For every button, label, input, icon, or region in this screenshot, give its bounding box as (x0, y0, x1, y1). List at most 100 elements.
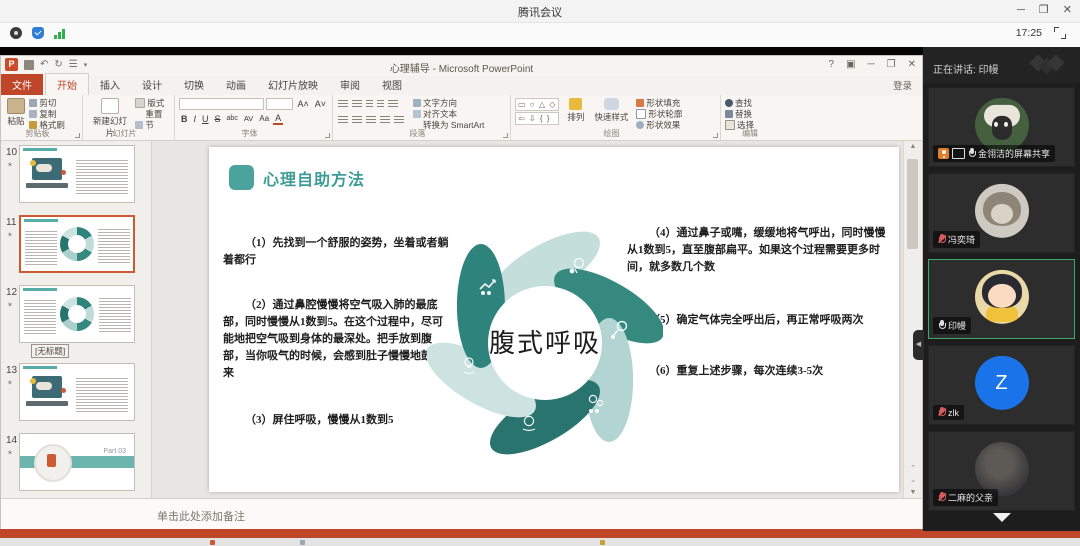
quick-styles-button[interactable]: 快速样式 (594, 98, 628, 123)
ppt-restore-icon[interactable]: ❐ (887, 59, 896, 70)
tab-insert[interactable]: 插入 (89, 74, 131, 95)
shapes-gallery-row2[interactable]: ⇦ ⇩ { } (515, 112, 559, 125)
slide[interactable]: 心理自助方法 （1）先找到一个舒服的姿势，坐着或者躺着都行 （2）通过鼻腔慢慢将… (209, 147, 899, 492)
slide-thumbnail[interactable] (19, 285, 135, 343)
slide-thumbnail[interactable] (19, 145, 135, 203)
close-icon[interactable]: ✕ (1063, 3, 1072, 17)
scroll-up-icon[interactable]: ▲ (904, 143, 922, 150)
shape-fill-button[interactable]: 形状填充 (636, 98, 682, 108)
paragraph-dialog-launcher[interactable] (503, 133, 508, 138)
change-case-button[interactable]: Aa (257, 114, 271, 123)
next-slide-icon[interactable]: ⌄ (904, 476, 922, 484)
paste-button[interactable]: 粘贴 (7, 98, 25, 127)
minimize-icon[interactable]: ─ (1017, 3, 1025, 17)
strikethrough-button[interactable]: S (213, 114, 223, 124)
clipboard-dialog-launcher[interactable] (75, 133, 80, 138)
ppt-close-icon[interactable]: ✕ (908, 59, 916, 70)
maximize-icon[interactable]: ❐ (1039, 3, 1049, 17)
font-name-combobox[interactable] (179, 98, 264, 110)
align-center-icon[interactable] (352, 116, 362, 124)
tab-home[interactable]: 开始 (45, 73, 89, 95)
columns-icon[interactable] (394, 116, 404, 124)
help-icon[interactable]: ? (829, 59, 835, 70)
tab-design[interactable]: 设计 (131, 74, 173, 95)
shrink-font-icon[interactable]: A˅ (313, 99, 328, 109)
slide-text-right: （4）通过鼻子或嘴，缓缓地将气呼出，同时慢慢从1数到5，直至腹部扁平。如果这个过… (627, 225, 889, 394)
step-6: （6）重复上述步骤，每次连续3-5次 (627, 363, 889, 380)
line-spacing-icon[interactable] (388, 100, 398, 108)
scrollbar-thumb[interactable] (907, 159, 918, 249)
participant-tile-speaking[interactable]: 印幔 (928, 259, 1075, 339)
scroll-more-participants-icon[interactable] (993, 513, 1011, 522)
bold-button[interactable]: B (179, 114, 190, 124)
tab-animations[interactable]: 动画 (215, 74, 257, 95)
shape-outline-button[interactable]: 形状轮廓 (636, 109, 682, 119)
numbering-icon[interactable] (352, 100, 362, 108)
tencent-meeting-window: 腾讯会议 ─ ❐ ✕ 17:25 P ↶ ↻ (0, 0, 1080, 546)
align-right-icon[interactable] (366, 116, 376, 124)
shapes-gallery-row1[interactable]: ▭ ○ △ ◇ (515, 98, 559, 111)
text-direction-button[interactable]: 文字方向 (413, 98, 484, 108)
layout-button[interactable]: 版式 (135, 98, 164, 108)
participant-tile-sharing[interactable]: 金翎洁的屏幕共享 (928, 87, 1075, 167)
previous-slide-icon[interactable]: ⌃ (904, 464, 922, 472)
font-dialog-launcher[interactable] (325, 133, 330, 138)
panel-collapse-handle[interactable]: ◀ (913, 330, 924, 360)
justify-icon[interactable] (380, 116, 390, 124)
meeting-toolbar: 17:25 (0, 23, 1080, 48)
animation-star-icon: ✶ (7, 231, 13, 239)
align-left-icon[interactable] (338, 116, 348, 124)
increase-indent-icon[interactable] (377, 100, 384, 108)
slide-thumbnail-selected[interactable] (19, 215, 135, 273)
clear-formatting-button[interactable]: abc (225, 115, 240, 122)
arrange-button[interactable]: 排列 (567, 98, 584, 123)
underline-button[interactable]: U (200, 114, 211, 124)
meeting-info-icon[interactable] (10, 27, 22, 39)
slide-thumbnail[interactable] (19, 363, 135, 421)
bullets-icon[interactable] (338, 100, 348, 108)
security-shield-icon[interactable] (32, 27, 44, 39)
ribbon: 粘贴 剪切 复制 格式刷 剪贴板 新建幻灯片 (1, 95, 922, 141)
italic-button[interactable]: I (192, 114, 199, 124)
thumb-text-lines (99, 298, 131, 334)
laptop-illustration (26, 158, 68, 188)
step-1: （1）先找到一个舒服的姿势，坐着或者躺着都行 (223, 235, 451, 269)
notes-pane[interactable]: 单击此处添加备注 (1, 498, 922, 532)
replace-button[interactable]: 替换 (725, 109, 754, 119)
avatar-hedgehog (975, 184, 1029, 238)
drawing-dialog-launcher[interactable] (713, 133, 718, 138)
tab-file[interactable]: 文件 (1, 74, 43, 95)
avatar-photo (975, 442, 1029, 496)
align-text-button[interactable]: 对齐文本 (413, 109, 484, 119)
tab-transitions[interactable]: 切换 (173, 74, 215, 95)
tab-slideshow[interactable]: 幻灯片放映 (257, 74, 329, 95)
avatar-initial: Z (995, 371, 1007, 394)
powerpoint-titlebar: P ↶ ↻ ☰ ▾ 心理辅导 - Microsoft PowerPoint ? … (1, 56, 922, 76)
ppt-minimize-icon[interactable]: ─ (868, 59, 875, 70)
font-size-combobox[interactable] (266, 98, 294, 110)
slide-scrollbar[interactable]: ▲ ⌃ ⌄ ▼ (903, 141, 922, 498)
tab-view[interactable]: 视图 (371, 74, 413, 95)
grow-font-icon[interactable]: A˄ (295, 99, 310, 109)
decrease-indent-icon[interactable] (366, 100, 373, 108)
participant-name: 金翎洁的屏幕共享 (978, 147, 1050, 160)
fullscreen-icon[interactable] (1054, 27, 1066, 39)
shape-outline-icon (636, 109, 646, 119)
thumb-title-bar (23, 148, 57, 151)
participant-tile[interactable]: 冯奕琦 (928, 173, 1075, 253)
slide-thumbnail[interactable]: Part 03 (19, 433, 135, 491)
reset-button[interactable]: 重置 (135, 109, 164, 119)
character-spacing-button[interactable]: AV (242, 114, 255, 123)
animation-star-icon: ✶ (7, 301, 13, 309)
mic-muted-icon (938, 234, 945, 245)
copy-button[interactable]: 复制 (29, 109, 65, 119)
ribbon-options-icon[interactable]: ▣ (846, 59, 855, 70)
cut-button[interactable]: 剪切 (29, 98, 65, 108)
participant-tile[interactable]: Z zlk (928, 345, 1075, 425)
tab-review[interactable]: 审阅 (329, 74, 371, 95)
scroll-down-icon[interactable]: ▼ (904, 489, 922, 496)
find-button[interactable]: 查找 (725, 98, 754, 108)
participant-tile[interactable]: 二麻的父亲 (928, 431, 1075, 511)
copy-icon (29, 110, 37, 118)
font-color-button[interactable]: A (273, 113, 283, 125)
